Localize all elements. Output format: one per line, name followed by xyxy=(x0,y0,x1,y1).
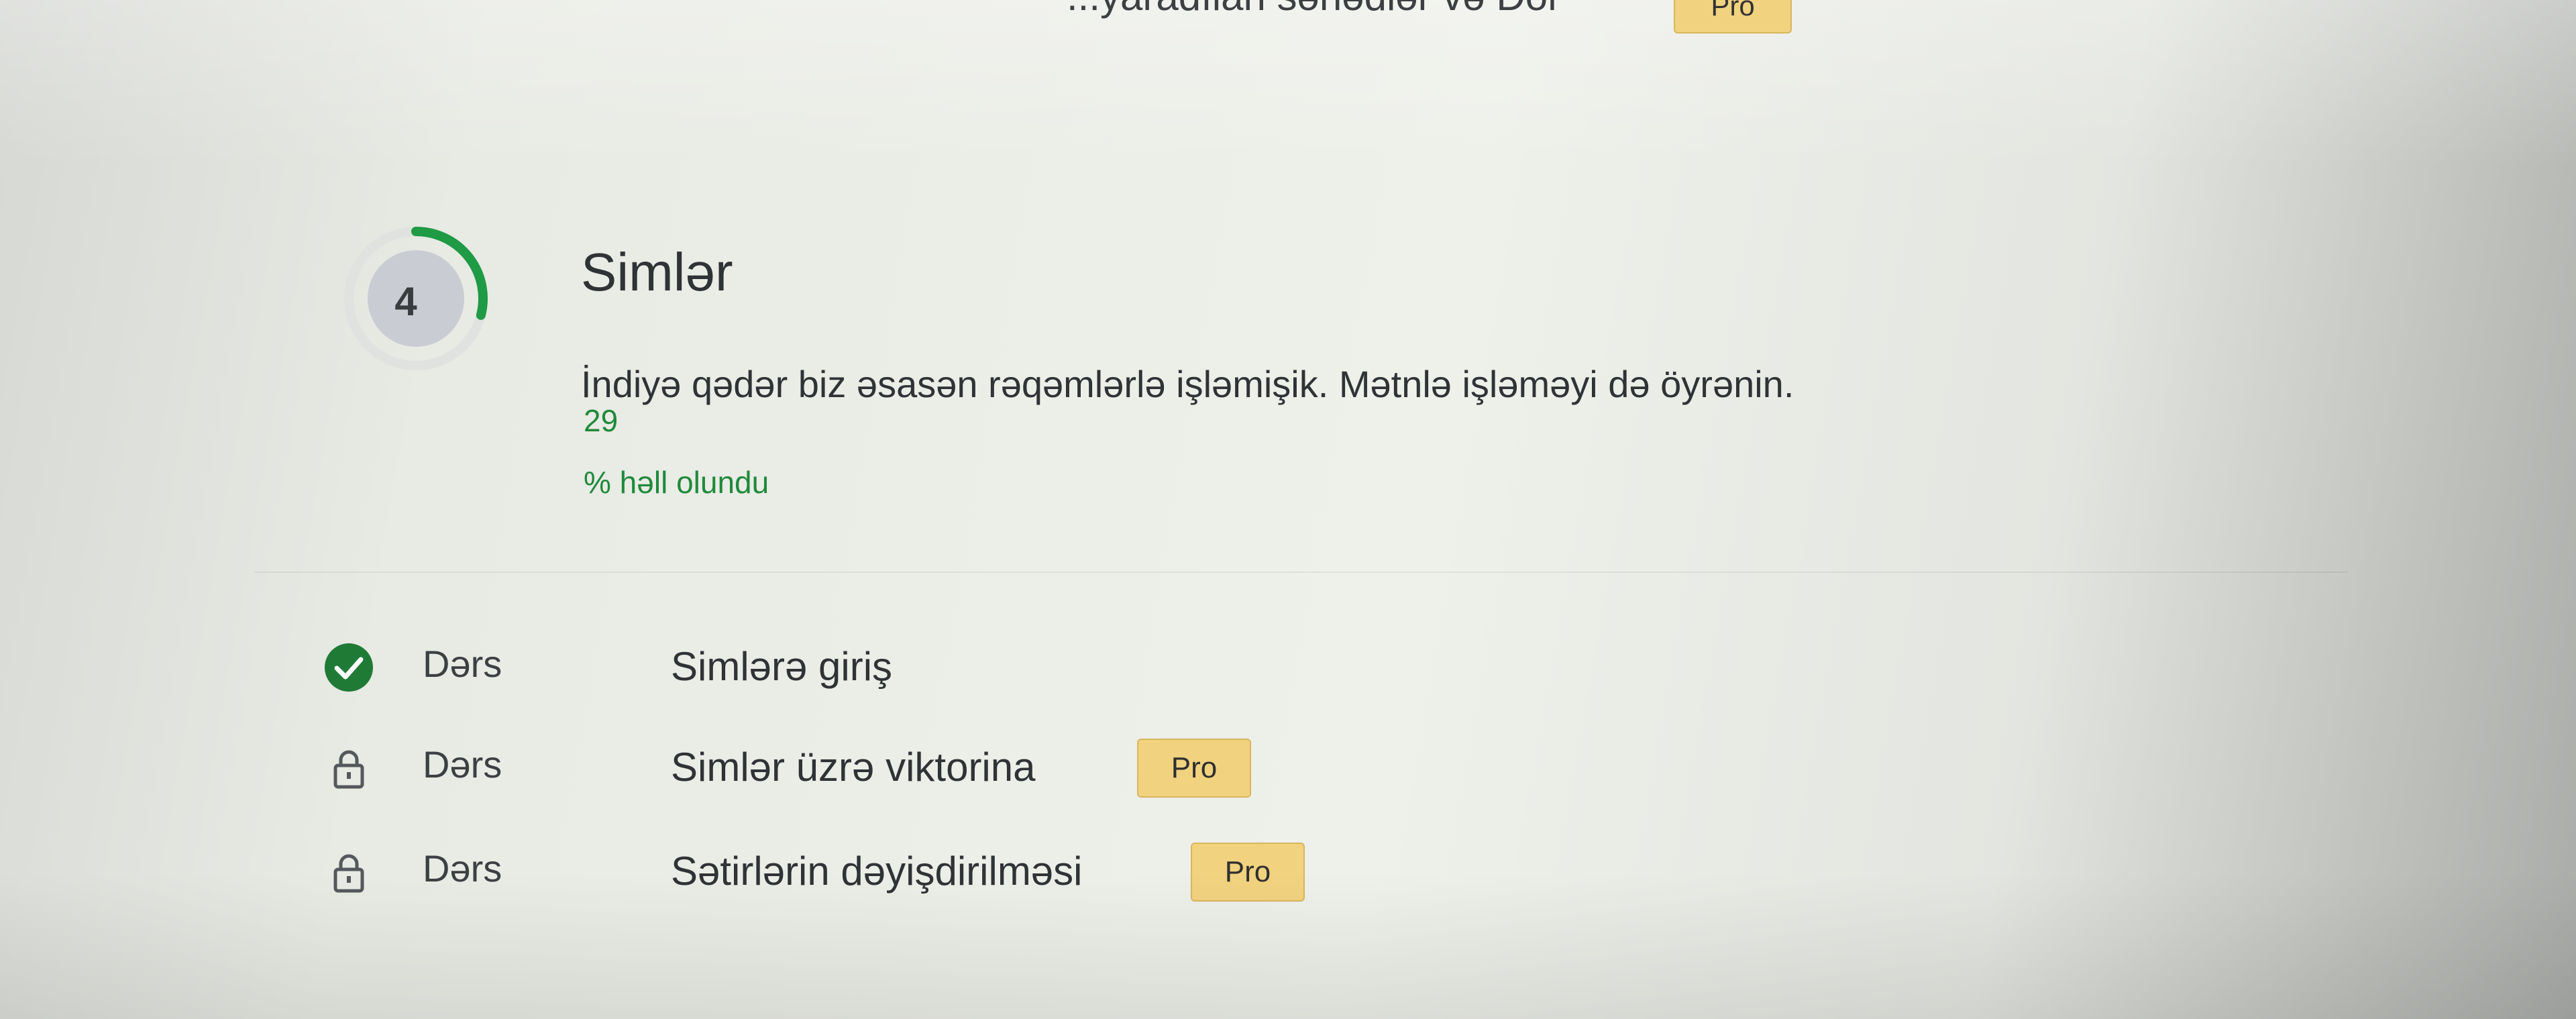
lesson-row[interactable]: Dərs Simlərə giriş xyxy=(322,634,2066,708)
lesson-type: Dərs xyxy=(423,743,502,786)
pro-badge: Pro xyxy=(1137,739,1251,798)
progress-value: 29 xyxy=(584,403,619,438)
lesson-type: Dərs xyxy=(423,643,502,685)
chapter-title[interactable]: Simlər xyxy=(581,242,733,303)
lesson-title[interactable]: Simlər üzrə viktorina xyxy=(671,744,1036,790)
pro-badge: Pro xyxy=(1674,0,1792,34)
section-divider xyxy=(255,572,2348,573)
lock-icon xyxy=(333,750,364,789)
check-circle-icon xyxy=(325,643,373,692)
previous-lesson-row[interactable]: ...yaradılan sənədlər və Dör Pro xyxy=(0,0,2576,40)
lesson-title[interactable]: Simlərə giriş xyxy=(671,643,892,690)
chapter-description: İndiyə qədər biz əsasən rəqəmlərlə işləm… xyxy=(581,363,1794,405)
previous-lesson-title[interactable]: ...yaradılan sənədlər və Dör xyxy=(1067,0,1561,19)
chapter-number: 4 xyxy=(394,279,417,324)
lesson-row[interactable]: Dərs Simlər üzrə viktorina Pro xyxy=(322,735,2066,808)
course-page: ...yaradılan sənədlər və Dör Pro 4 Simlə… xyxy=(0,0,2576,1019)
bottom-shade xyxy=(0,872,2576,1019)
progress-label: % həll olundu xyxy=(584,465,769,500)
